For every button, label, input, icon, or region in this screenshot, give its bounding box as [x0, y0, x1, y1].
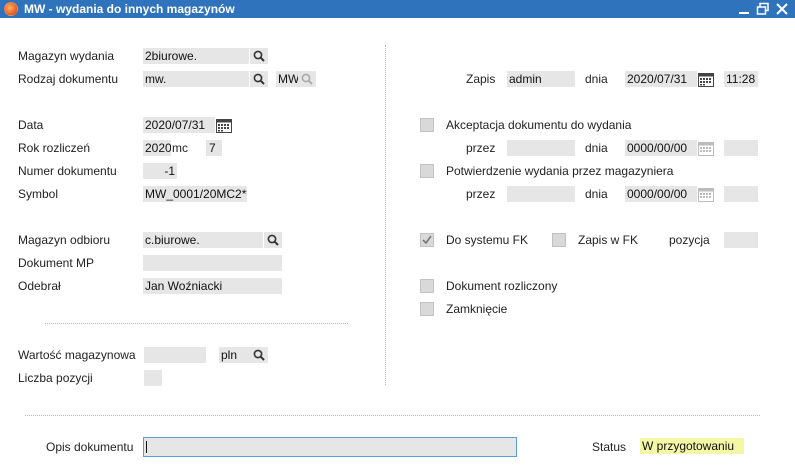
rodzaj-dokumentu-label: Rodzaj dokumentu	[18, 72, 119, 86]
zapis-calendar-button[interactable]	[697, 71, 715, 87]
calendar-icon	[698, 72, 714, 87]
akceptacja-checkbox[interactable]	[420, 118, 434, 132]
dokument-rozliczony-checkbox[interactable]	[420, 279, 434, 293]
rok-rozliczen-label: Rok rozliczeń	[18, 141, 91, 155]
magazyn-wydania-search-button[interactable]	[250, 48, 268, 64]
zamkniecie-label: Zamknięcie	[446, 302, 508, 316]
akceptacja-date-field: 0000/00/00	[625, 140, 697, 156]
search-icon	[253, 73, 265, 85]
magazyn-wydania-label: Magazyn wydania	[18, 49, 115, 63]
opis-dokumentu-input[interactable]	[143, 437, 517, 457]
do-systemu-fk-label: Do systemu FK	[446, 233, 529, 247]
title-bar: MW - wydania do innych magazynów	[0, 0, 795, 18]
rodzaj-dokumentu-code-search-button	[298, 71, 316, 87]
zamkniecie-checkbox[interactable]	[420, 302, 434, 316]
column-divider	[385, 45, 386, 385]
numer-dokumentu-label: Numer dokumentu	[18, 164, 117, 178]
akceptacja-dnia-label: dnia	[585, 141, 608, 155]
waluta-search-button[interactable]	[250, 347, 268, 363]
search-icon	[267, 234, 279, 246]
opis-dokumentu-label: Opis dokumentu	[46, 440, 134, 454]
data-field[interactable]: 2020/07/31	[143, 117, 215, 133]
potwierdzenie-label: Potwierdzenie wydania przez magazyniera	[446, 164, 674, 178]
window-title: MW - wydania do innych magazynów	[24, 2, 235, 16]
search-icon	[301, 73, 313, 85]
rodzaj-dokumentu-field[interactable]: mw.	[143, 71, 249, 87]
rodzaj-dokumentu-search-button[interactable]	[250, 71, 268, 87]
liczba-pozycji-field	[144, 370, 162, 386]
zapis-label: Zapis	[466, 72, 496, 86]
text-cursor	[146, 441, 147, 453]
status-label: Status	[592, 440, 627, 454]
wartosc-magazynowa-label: Wartość magazynowa	[18, 348, 136, 362]
liczba-pozycji-label: Liczba pozycji	[18, 371, 93, 385]
calendar-icon	[698, 141, 714, 156]
close-button[interactable]	[774, 1, 790, 17]
left-divider	[45, 323, 348, 324]
akceptacja-przez-label: przez	[466, 141, 496, 155]
potwierdzenie-date-field: 0000/00/00	[625, 186, 697, 202]
potwierdzenie-przez-label: przez	[466, 187, 496, 201]
data-calendar-button[interactable]	[215, 117, 233, 133]
potwierdzenie-dnia-label: dnia	[585, 187, 608, 201]
magazyn-odbioru-field[interactable]: c.biurowe.	[143, 232, 263, 248]
rok-field[interactable]: 2020	[143, 140, 171, 156]
potwierdzenie-checkbox[interactable]	[420, 164, 434, 178]
symbol-field: MW_0001/20MC2***	[143, 186, 247, 202]
potwierdzenie-przez-field	[507, 186, 575, 202]
magazyn-odbioru-label: Magazyn odbioru	[18, 233, 111, 247]
zapis-date-field: 2020/07/31	[625, 71, 697, 87]
odebral-field[interactable]: Jan Woźniacki	[143, 278, 282, 294]
footer-divider	[25, 415, 760, 416]
dokument-mp-field[interactable]	[143, 255, 282, 271]
app-icon	[4, 2, 18, 16]
odebral-label: Odebrał	[18, 279, 61, 293]
zapis-dnia-label: dnia	[585, 72, 608, 86]
minimize-icon	[739, 12, 749, 14]
symbol-label: Symbol	[18, 187, 59, 201]
zapis-w-fk-label: Zapis w FK	[578, 233, 639, 247]
numer-dokumentu-field[interactable]: -1	[143, 163, 177, 179]
calendar-icon	[216, 118, 232, 133]
wartosc-magazynowa-field	[144, 347, 206, 363]
miesiac-field[interactable]: 7	[206, 140, 222, 156]
minimize-button[interactable]	[736, 1, 752, 17]
dokument-mp-label: Dokument MP	[18, 256, 95, 270]
restore-icon	[756, 2, 769, 15]
close-icon	[776, 3, 788, 15]
akceptacja-przez-field	[507, 140, 575, 156]
zapis-user-field: admin	[507, 71, 575, 87]
zapis-w-fk-checkbox[interactable]	[552, 233, 566, 247]
zapis-time-field: 11:28	[724, 71, 758, 87]
checkmark-icon	[422, 235, 432, 245]
data-label: Data	[18, 118, 44, 132]
magazyn-wydania-field[interactable]: 2biurowe.	[143, 48, 249, 64]
pozycja-field	[724, 232, 758, 248]
mc-label: mc	[172, 141, 188, 155]
waluta-field[interactable]: pln	[219, 347, 250, 363]
potwierdzenie-time-field	[724, 186, 758, 202]
akceptacja-label: Akceptacja dokumentu do wydania	[446, 118, 632, 132]
status-badge: W przygotowaniu	[640, 438, 744, 454]
calendar-icon	[698, 187, 714, 202]
akceptacja-time-field	[724, 140, 758, 156]
dokument-rozliczony-label: Dokument rozliczony	[446, 279, 558, 293]
restore-button[interactable]	[755, 1, 771, 17]
search-icon	[253, 349, 265, 361]
magazyn-odbioru-search-button[interactable]	[264, 232, 282, 248]
akceptacja-calendar-button	[697, 140, 715, 156]
rodzaj-dokumentu-code: MW	[276, 71, 298, 87]
search-icon	[253, 50, 265, 62]
potwierdzenie-calendar-button	[697, 186, 715, 202]
do-systemu-fk-checkbox[interactable]	[420, 233, 434, 247]
pozycja-label: pozycja	[669, 233, 710, 247]
